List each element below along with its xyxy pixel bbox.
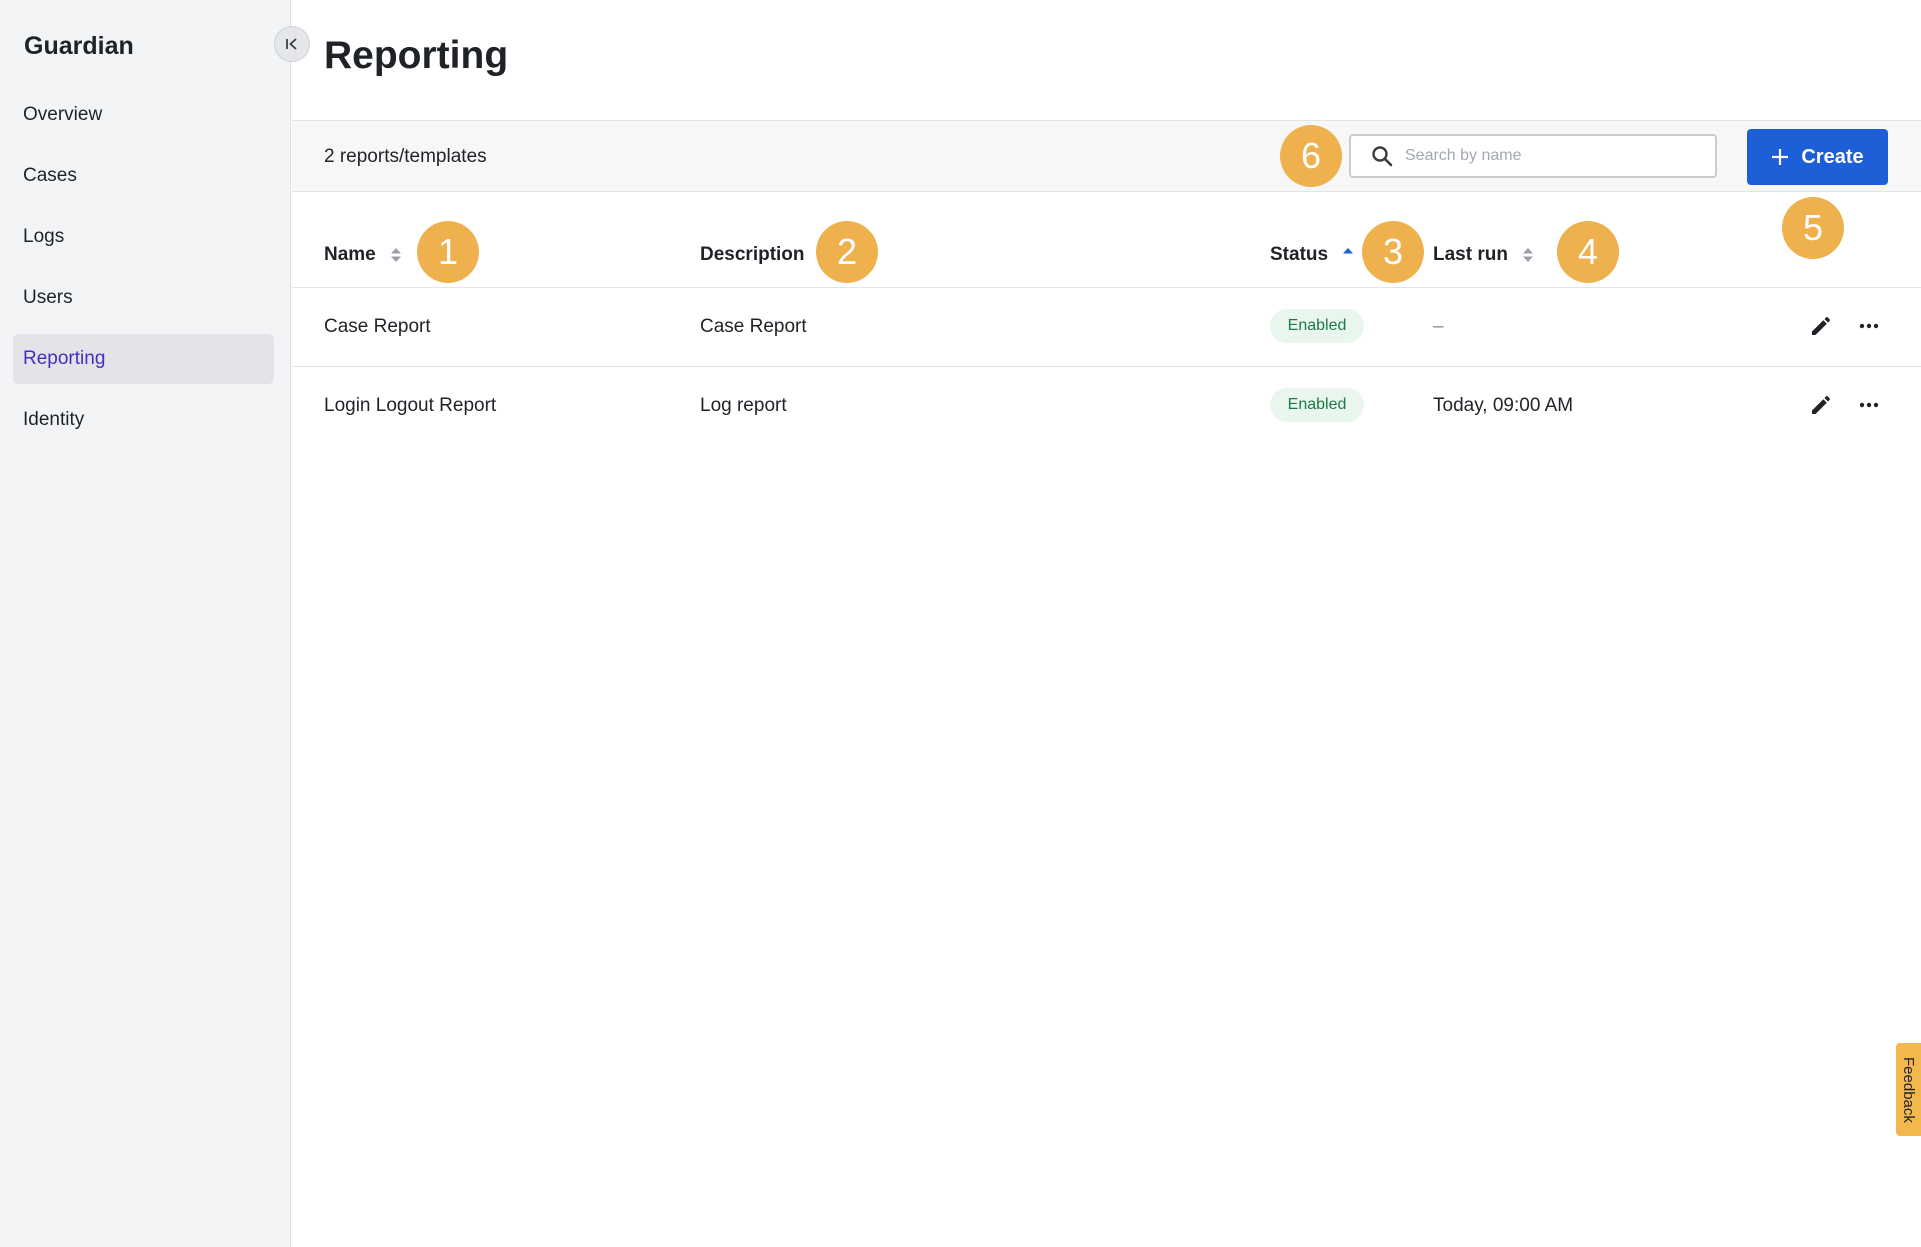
feedback-label: Feedback xyxy=(1900,1056,1917,1123)
sort-icon xyxy=(390,248,401,262)
search-icon xyxy=(1372,146,1393,167)
report-description: Log report xyxy=(700,395,787,416)
column-label: Description xyxy=(700,244,805,265)
table-row[interactable]: Case Report Case Report Enabled – xyxy=(292,288,1921,367)
plus-icon xyxy=(1772,149,1789,165)
status-badge: Enabled xyxy=(1270,388,1364,422)
table-toolbar: 2 reports/templates Create xyxy=(292,120,1921,192)
more-actions-button[interactable] xyxy=(1855,312,1883,340)
collapse-left-icon xyxy=(286,38,297,50)
search-box[interactable] xyxy=(1349,134,1717,178)
pencil-icon xyxy=(1812,396,1830,414)
last-run: – xyxy=(1433,316,1444,337)
page-title: Reporting xyxy=(324,34,509,77)
sidebar-item-overview[interactable]: Overview xyxy=(13,90,274,140)
sidebar-collapse-button[interactable] xyxy=(274,26,310,62)
callout-marker: 2 xyxy=(816,221,878,283)
app-brand: Guardian xyxy=(24,32,134,60)
report-description: Case Report xyxy=(700,316,807,337)
table-header: Name Description Status Last run xyxy=(292,192,1921,288)
callout-marker: 6 xyxy=(1280,125,1342,187)
sidebar-item-cases[interactable]: Cases xyxy=(13,151,274,201)
callout-marker: 4 xyxy=(1557,221,1619,283)
create-button-label: Create xyxy=(1801,145,1864,168)
pencil-icon xyxy=(1812,317,1830,335)
callout-marker: 3 xyxy=(1362,221,1424,283)
report-name[interactable]: Login Logout Report xyxy=(324,395,496,417)
sort-ascending-icon xyxy=(1343,248,1354,254)
sort-icon xyxy=(1522,248,1533,262)
column-label: Status xyxy=(1270,244,1329,265)
last-run: Today, 09:00 AM xyxy=(1433,395,1574,416)
sidebar: Guardian Overview Cases Logs Users Repor… xyxy=(0,0,291,1247)
sidebar-item-reporting[interactable]: Reporting xyxy=(13,334,274,384)
edit-button[interactable] xyxy=(1807,391,1835,419)
app-root: Guardian Overview Cases Logs Users Repor… xyxy=(0,0,1921,1247)
edit-button[interactable] xyxy=(1807,312,1835,340)
column-label: Name xyxy=(324,244,376,265)
row-actions xyxy=(1807,391,1883,419)
callout-marker: 5 xyxy=(1782,197,1844,259)
sidebar-item-logs[interactable]: Logs xyxy=(13,212,274,262)
create-button[interactable]: Create xyxy=(1747,129,1888,185)
more-horizontal-icon xyxy=(1859,323,1879,329)
report-count: 2 reports/templates xyxy=(324,146,487,167)
more-actions-button[interactable] xyxy=(1855,391,1883,419)
column-header-name[interactable]: Name xyxy=(324,244,402,266)
report-name[interactable]: Case Report xyxy=(324,316,431,338)
callout-marker: 1 xyxy=(417,221,479,283)
search-input[interactable] xyxy=(1405,147,1705,165)
main-content: Reporting 2 reports/templates Create xyxy=(292,0,1921,1247)
row-actions xyxy=(1807,312,1883,340)
sidebar-nav: Overview Cases Logs Users Reporting Iden… xyxy=(13,90,274,456)
column-header-status[interactable]: Status xyxy=(1270,244,1354,266)
sidebar-item-users[interactable]: Users xyxy=(13,273,274,323)
column-label: Last run xyxy=(1433,244,1508,265)
column-header-description: Description xyxy=(700,244,805,266)
status-badge: Enabled xyxy=(1270,309,1364,343)
feedback-tab[interactable]: Feedback xyxy=(1896,1043,1921,1136)
more-horizontal-icon xyxy=(1859,402,1879,408)
column-header-last-run[interactable]: Last run xyxy=(1433,244,1534,266)
sidebar-item-identity[interactable]: Identity xyxy=(13,395,274,445)
table-row[interactable]: Login Logout Report Log report Enabled T… xyxy=(292,367,1921,446)
